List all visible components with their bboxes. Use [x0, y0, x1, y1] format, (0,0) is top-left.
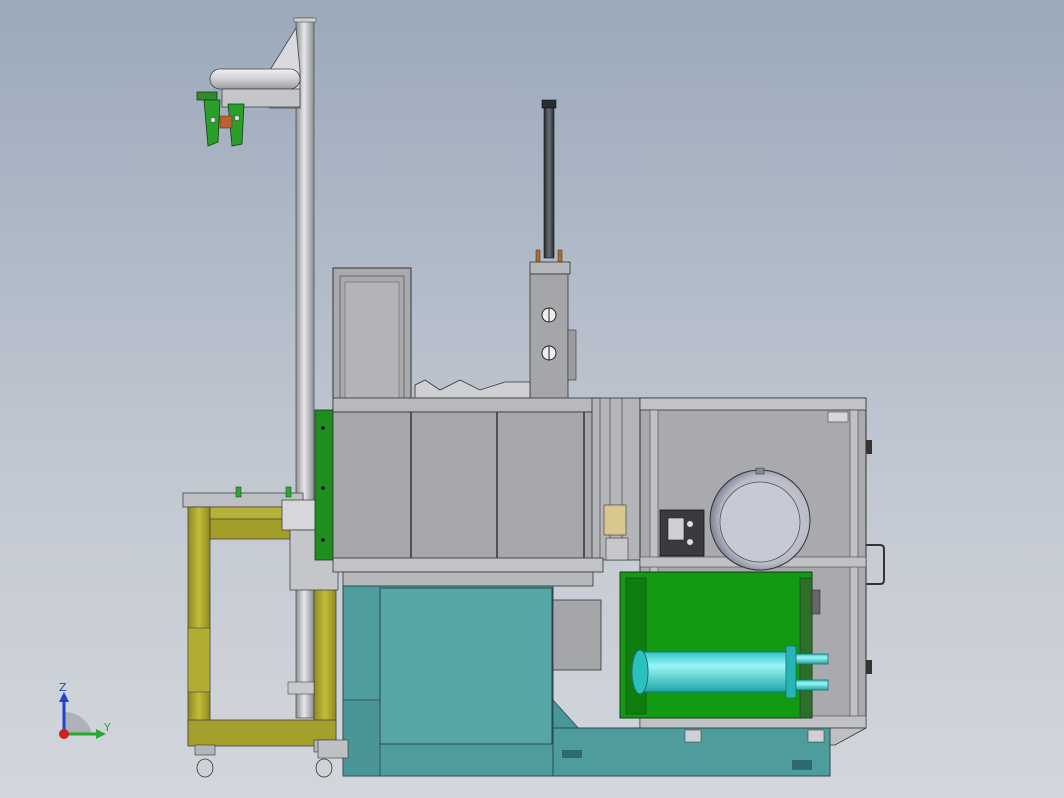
vertical-pole: [293, 17, 317, 719]
cad-viewport[interactable]: Z Y: [0, 0, 1064, 798]
coordinate-triad: Z Y: [59, 681, 111, 739]
z-axis-label: Z: [59, 681, 67, 694]
lift-column: [529, 99, 577, 401]
y-axis-label: Y: [103, 721, 111, 734]
arm-bracket: [209, 26, 301, 109]
assembly-drawing: Z Y: [59, 17, 885, 778]
middle-panels: [332, 379, 641, 587]
